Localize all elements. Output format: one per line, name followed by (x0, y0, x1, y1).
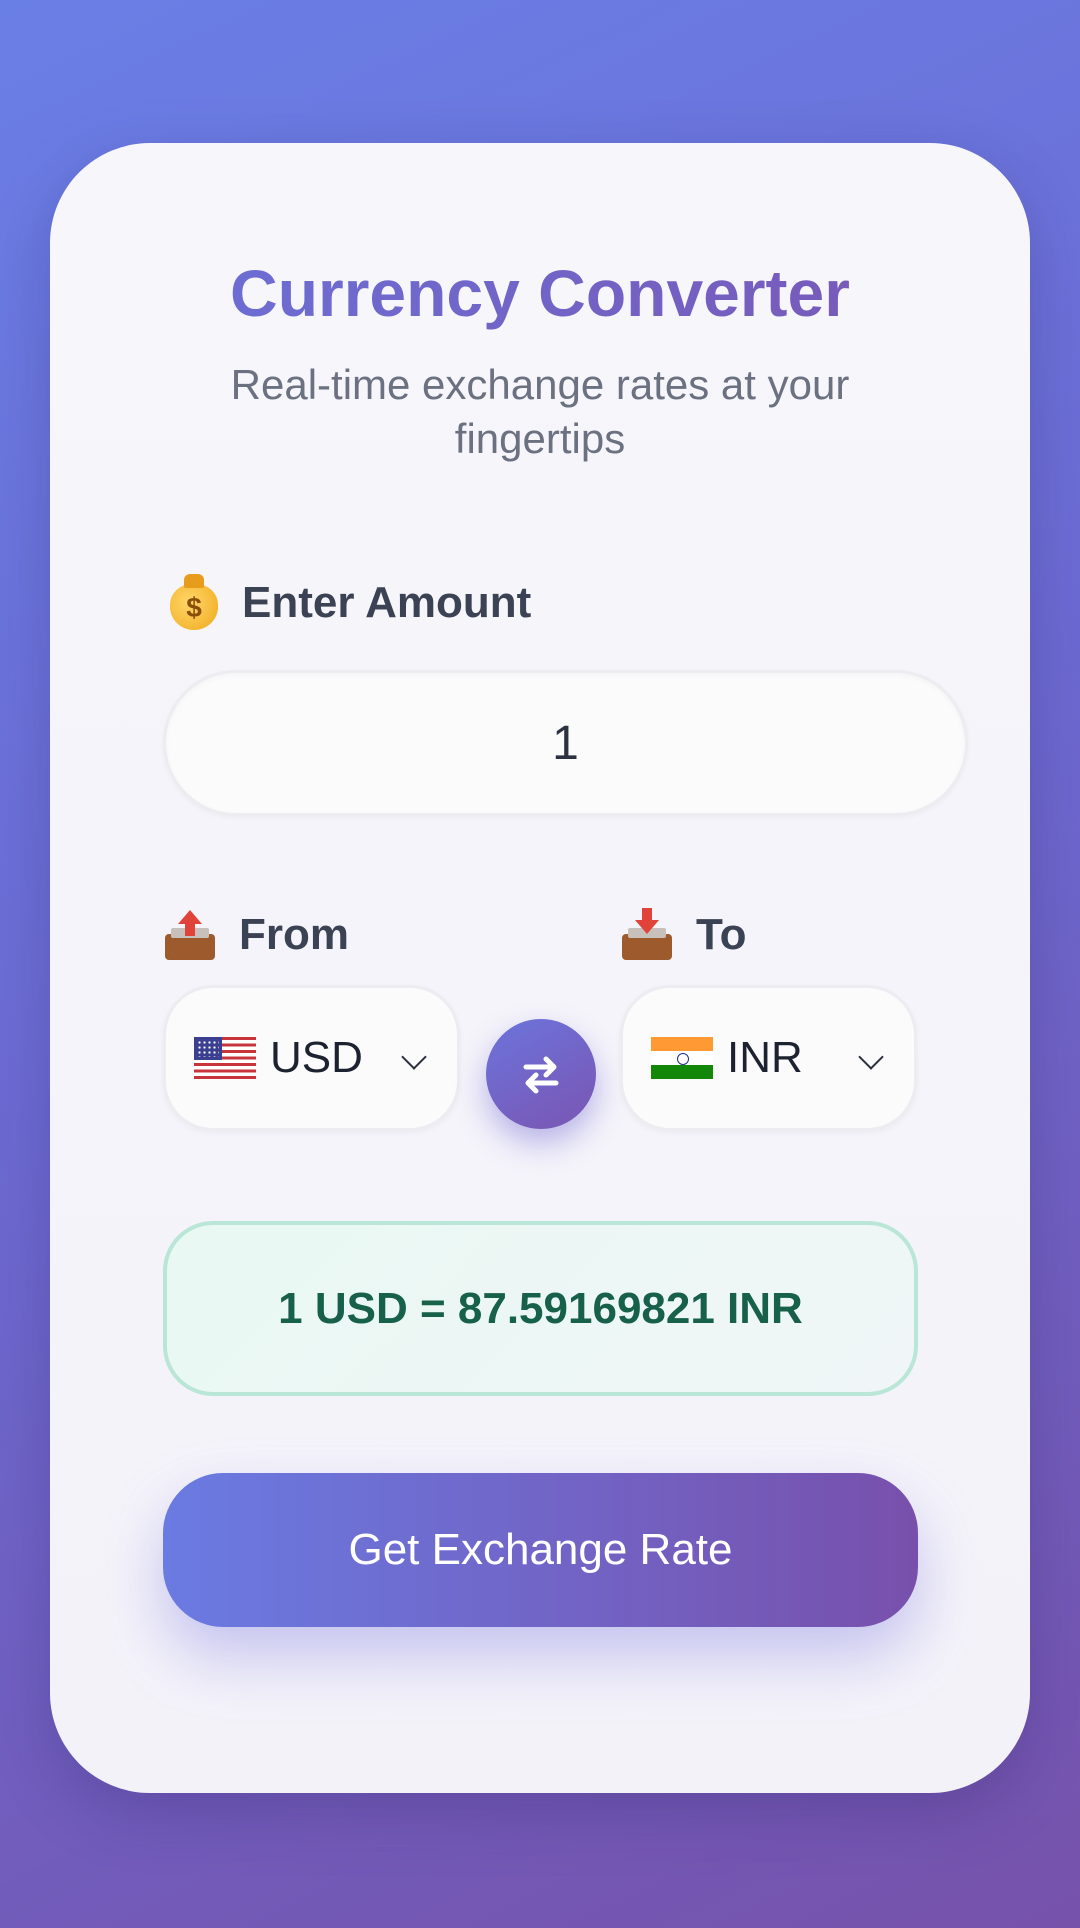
outbox-tray-icon (163, 908, 217, 962)
from-label: From (239, 910, 349, 959)
amount-label-row: $ Enter Amount (166, 574, 532, 630)
page-title: Currency Converter (50, 255, 1030, 331)
from-label-row: From (163, 908, 349, 962)
us-flag-icon (194, 1037, 256, 1079)
chevron-down-icon (401, 1044, 427, 1070)
to-label-row: To (620, 908, 747, 962)
from-currency-code: USD (270, 1033, 363, 1082)
swap-arrows-icon (523, 1056, 559, 1094)
exchange-result-text: 1 USD = 87.59169821 INR (278, 1283, 803, 1333)
exchange-result: 1 USD = 87.59169821 INR (163, 1221, 918, 1396)
from-currency-select[interactable]: USD (163, 985, 460, 1131)
chevron-down-icon (858, 1044, 884, 1070)
get-exchange-rate-button[interactable]: Get Exchange Rate (163, 1473, 918, 1627)
converter-card: Currency Converter Real-time exchange ra… (50, 143, 1030, 1793)
page-subtitle: Real-time exchange rates at your fingert… (230, 361, 850, 462)
to-currency-select[interactable]: INR (620, 985, 917, 1131)
swap-button[interactable] (486, 1019, 596, 1129)
money-bag-icon: $ (166, 574, 220, 630)
to-label: To (696, 910, 747, 959)
inbox-tray-icon (620, 908, 674, 962)
to-currency-code: INR (727, 1033, 803, 1082)
india-flag-icon (651, 1037, 713, 1079)
amount-input[interactable] (163, 670, 968, 816)
amount-label: Enter Amount (242, 578, 532, 627)
